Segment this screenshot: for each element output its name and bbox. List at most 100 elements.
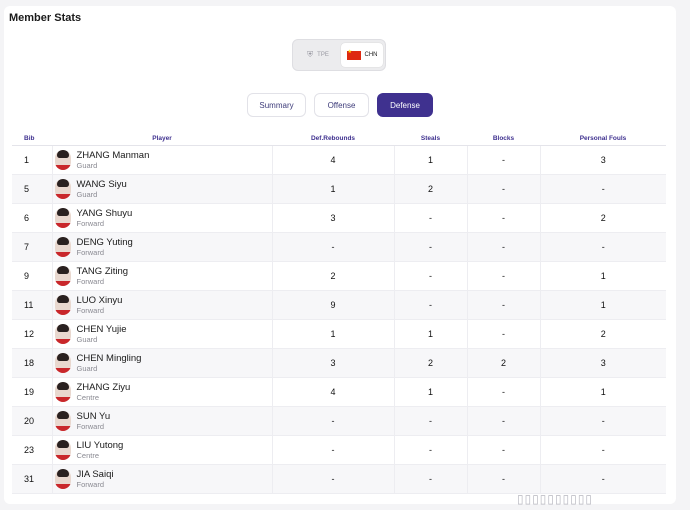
table-row[interactable]: 18 CHEN Mingling Guard 3 2 2 3 bbox=[12, 348, 666, 378]
player-cell: DENG Yuting Forward bbox=[52, 232, 273, 262]
steals-value: 1 bbox=[394, 377, 468, 407]
player-name[interactable]: ZHANG Ziyu bbox=[77, 382, 131, 393]
table-row[interactable]: 31 JIA Saiqi Forward - - - - bbox=[12, 464, 666, 494]
table-row[interactable]: 6 YANG Shuyu Forward 3- -2 bbox=[12, 203, 666, 233]
personal-fouls-value: - bbox=[540, 464, 666, 494]
header-steals: Steals bbox=[394, 132, 467, 146]
player-name[interactable]: WANG Siyu bbox=[77, 179, 127, 190]
player-position: Forward bbox=[76, 218, 105, 228]
personal-fouls-value: 2 bbox=[540, 319, 666, 349]
player-name[interactable]: TANG Ziting bbox=[77, 266, 129, 277]
blocks-value: - bbox=[467, 464, 541, 494]
personal-fouls-value: 3 bbox=[540, 348, 666, 378]
header-bib: Bib bbox=[12, 132, 52, 146]
def-rebounds-value: - bbox=[272, 232, 395, 262]
personal-fouls-value: - bbox=[540, 174, 666, 204]
player-avatar bbox=[54, 411, 71, 431]
def-rebounds-value: - bbox=[272, 464, 395, 494]
player-position: Centre bbox=[76, 450, 100, 460]
table-row[interactable]: 23 LIU Yutong Centre - - - - bbox=[12, 435, 666, 465]
player-position: Forward bbox=[76, 479, 105, 489]
steals-value: - bbox=[394, 232, 468, 262]
def-rebounds-value: 2 bbox=[272, 261, 395, 291]
steals-value: - bbox=[394, 290, 468, 320]
table-row[interactable]: 20 SUN Yu Forward - - - - bbox=[12, 406, 666, 436]
def-rebounds-value: 9 bbox=[272, 290, 395, 320]
personal-fouls-value: - bbox=[540, 406, 666, 436]
table-row[interactable]: 5 WANG Siyu Guard 1 2- - bbox=[12, 174, 666, 204]
table-row[interactable]: 12 CHEN Yujie Guard 1 1-2 bbox=[12, 319, 666, 349]
bib-number: 23 bbox=[12, 435, 53, 465]
player-avatar bbox=[54, 324, 71, 344]
player-name[interactable]: JIA Saiqi bbox=[77, 469, 114, 480]
player-position: Guard bbox=[76, 334, 98, 344]
bib-number: 6 bbox=[12, 203, 53, 233]
steals-value: 1 bbox=[394, 319, 468, 349]
table-header-row: Bib Player Def.Rebounds Steals Blocks Pe… bbox=[12, 132, 666, 146]
player-position: Guard bbox=[76, 160, 98, 170]
blocks-value: - bbox=[467, 290, 541, 320]
team-option-tpe[interactable]: ⛨ TPE bbox=[297, 43, 339, 67]
player-cell: CHEN Mingling Guard bbox=[52, 348, 273, 378]
bib-number: 5 bbox=[12, 174, 53, 204]
bib-number: 19 bbox=[12, 377, 53, 407]
steals-value: - bbox=[394, 406, 468, 436]
player-cell: LUO Xinyu Forward bbox=[52, 290, 273, 320]
player-cell: CHEN Yujie Guard bbox=[52, 319, 273, 349]
personal-fouls-value: 1 bbox=[540, 261, 666, 291]
blocks-value: - bbox=[467, 261, 541, 291]
player-position: Forward bbox=[76, 276, 105, 286]
header-blocks: Blocks bbox=[467, 132, 540, 146]
blocks-value: 2 bbox=[467, 348, 541, 378]
tab-summary[interactable]: Summary bbox=[247, 93, 306, 117]
player-cell: TANG Ziting Forward bbox=[52, 261, 273, 291]
player-name[interactable]: CHEN Mingling bbox=[77, 353, 142, 364]
player-avatar bbox=[54, 208, 71, 228]
player-name[interactable]: LUO Xinyu bbox=[77, 295, 123, 306]
table-row[interactable]: 7 DENG Yuting Forward - - - - bbox=[12, 232, 666, 262]
def-rebounds-value: 1 bbox=[272, 319, 395, 349]
personal-fouls-value: 1 bbox=[540, 290, 666, 320]
blocks-value: - bbox=[467, 203, 541, 233]
bib-number: 1 bbox=[12, 145, 53, 175]
bib-number: 9 bbox=[12, 261, 53, 291]
watermark: ▯▯▯▯▯▯▯▯▯▯ bbox=[517, 492, 594, 506]
team-option-chn[interactable]: CHN bbox=[341, 43, 383, 67]
personal-fouls-value: - bbox=[540, 232, 666, 262]
table-row[interactable]: 9 TANG Ziting Forward 2- -1 bbox=[12, 261, 666, 291]
defense-stats-table: Bib Player Def.Rebounds Steals Blocks Pe… bbox=[12, 132, 666, 494]
steals-value: 1 bbox=[394, 145, 468, 175]
def-rebounds-value: 3 bbox=[272, 203, 395, 233]
emblem-icon: ⛨ bbox=[307, 50, 314, 59]
player-cell: SUN Yu Forward bbox=[52, 406, 273, 436]
player-name[interactable]: DENG Yuting bbox=[77, 237, 133, 248]
steals-value: - bbox=[394, 261, 468, 291]
player-avatar bbox=[54, 179, 71, 199]
table-row[interactable]: 1 ZHANG Manman Guard 4 1-3 bbox=[12, 145, 666, 175]
player-cell: YANG Shuyu Forward bbox=[52, 203, 273, 233]
player-position: Centre bbox=[76, 392, 100, 402]
player-name[interactable]: LIU Yutong bbox=[77, 440, 124, 451]
player-name[interactable]: CHEN Yujie bbox=[77, 324, 127, 335]
personal-fouls-value: - bbox=[540, 435, 666, 465]
player-position: Forward bbox=[76, 305, 105, 315]
blocks-value: - bbox=[467, 232, 541, 262]
personal-fouls-value: 2 bbox=[540, 203, 666, 233]
player-cell: JIA Saiqi Forward bbox=[52, 464, 273, 494]
tab-defense[interactable]: Defense bbox=[377, 93, 433, 117]
player-name[interactable]: YANG Shuyu bbox=[77, 208, 133, 219]
table-row[interactable]: 11 LUO Xinyu Forward 9- -1 bbox=[12, 290, 666, 320]
player-name[interactable]: SUN Yu bbox=[77, 411, 111, 422]
steals-value: - bbox=[394, 203, 468, 233]
player-cell: WANG Siyu Guard bbox=[52, 174, 273, 204]
tab-offense[interactable]: Offense bbox=[314, 93, 369, 117]
player-name[interactable]: ZHANG Manman bbox=[77, 150, 150, 161]
team-selector: ⛨ TPE CHN bbox=[292, 39, 386, 71]
header-def-rebounds: Def.Rebounds bbox=[272, 132, 394, 146]
player-avatar bbox=[54, 295, 71, 315]
table-row[interactable]: 19 ZHANG Ziyu Centre 4 1-1 bbox=[12, 377, 666, 407]
player-position: Forward bbox=[76, 421, 105, 431]
table-body: 1 ZHANG Manman Guard 4 1-3 5 WANG Siyu Guard 1 2-… bbox=[12, 145, 666, 494]
player-avatar bbox=[54, 150, 71, 170]
player-position: Guard bbox=[76, 189, 98, 199]
